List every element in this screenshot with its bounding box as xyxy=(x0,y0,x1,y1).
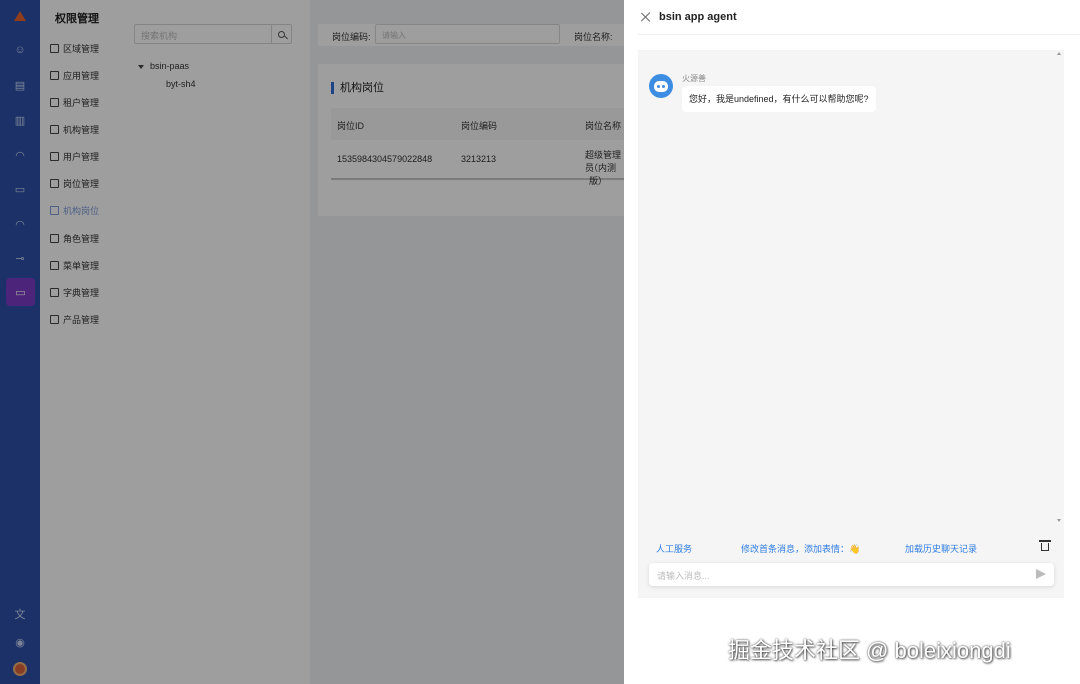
close-icon[interactable] xyxy=(640,11,652,23)
divider xyxy=(638,34,1080,35)
edit-first-message-link[interactable]: 修改首条消息，添加表情：👋 xyxy=(741,542,860,555)
drawer-mask[interactable] xyxy=(0,0,624,684)
trash-icon[interactable] xyxy=(1039,540,1051,551)
chat-message-area[interactable]: 火源善 您好，我是undefined，有什么可以帮助您呢? xyxy=(638,50,1064,598)
scroll-down-icon[interactable] xyxy=(1057,519,1061,522)
scrollbar[interactable] xyxy=(1056,52,1062,522)
watermark: 掘金技术社区 @ boleixiongdi xyxy=(728,638,1011,663)
quick-links: 人工服务 修改首条消息，添加表情：👋 加载历史聊天记录 xyxy=(638,539,1064,557)
bot-message-bubble: 您好，我是undefined，有什么可以帮助您呢? xyxy=(682,86,876,112)
human-service-link[interactable]: 人工服务 xyxy=(656,542,692,555)
robot-icon xyxy=(654,80,668,92)
bot-name: 火源善 xyxy=(682,74,706,83)
bot-avatar xyxy=(649,74,673,98)
load-history-link[interactable]: 加载历史聊天记录 xyxy=(905,542,977,555)
message-input[interactable]: 请输入消息... xyxy=(649,563,1054,586)
send-icon[interactable] xyxy=(1036,569,1046,579)
drawer-title: bsin app agent xyxy=(659,11,737,23)
message-placeholder: 请输入消息... xyxy=(657,571,710,581)
scroll-up-icon[interactable] xyxy=(1057,52,1061,55)
agent-drawer: bsin app agent 火源善 您好，我是undefined，有什么可以帮… xyxy=(624,0,1080,684)
